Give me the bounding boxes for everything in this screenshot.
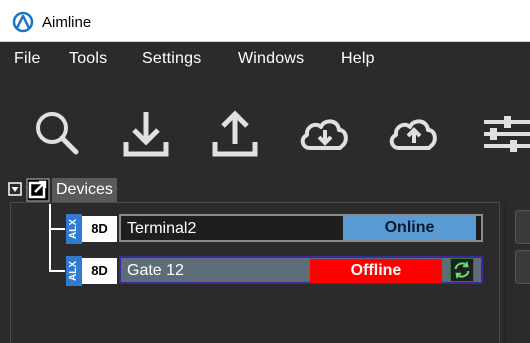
tree-connector (49, 228, 65, 230)
menu-tools[interactable]: Tools (69, 50, 107, 68)
side-tab[interactable] (515, 250, 530, 284)
search-icon[interactable] (30, 106, 86, 162)
collapse-arrow-icon[interactable] (8, 182, 22, 196)
download-icon[interactable] (118, 106, 174, 162)
status-badge-offline: Offline (310, 259, 442, 283)
cloud-upload-icon[interactable] (385, 106, 441, 162)
menu-file[interactable]: File (14, 50, 41, 68)
alx-brand-badge: ALX (66, 256, 82, 286)
tree-connector (49, 270, 65, 272)
alx-brand-badge: ALX (66, 214, 82, 244)
menu-help[interactable]: Help (341, 50, 375, 68)
menu-bar: File Tools Settings Windows Help (0, 42, 530, 76)
cloud-download-icon[interactable] (296, 106, 352, 162)
title-bar: Aimline (0, 0, 530, 42)
side-panel-strip (505, 202, 530, 343)
side-tab[interactable] (515, 210, 530, 244)
status-badge-online: Online (343, 216, 476, 240)
device-type-badge: 8D (82, 258, 117, 284)
upload-icon[interactable] (207, 106, 263, 162)
sliders-icon[interactable] (476, 106, 530, 162)
tree-root-label[interactable]: Devices (52, 178, 117, 202)
tree-connector (49, 204, 51, 270)
device-name: Terminal2 (127, 220, 197, 237)
device-type-badge: 8D (82, 216, 117, 242)
device-name: Gate 12 (127, 262, 184, 279)
sync-icon[interactable] (450, 258, 474, 282)
devices-folder-icon (26, 178, 50, 202)
aimline-logo-icon (12, 11, 34, 33)
window-title: Aimline (42, 14, 92, 31)
menu-settings[interactable]: Settings (142, 50, 201, 68)
menu-windows[interactable]: Windows (238, 50, 304, 68)
